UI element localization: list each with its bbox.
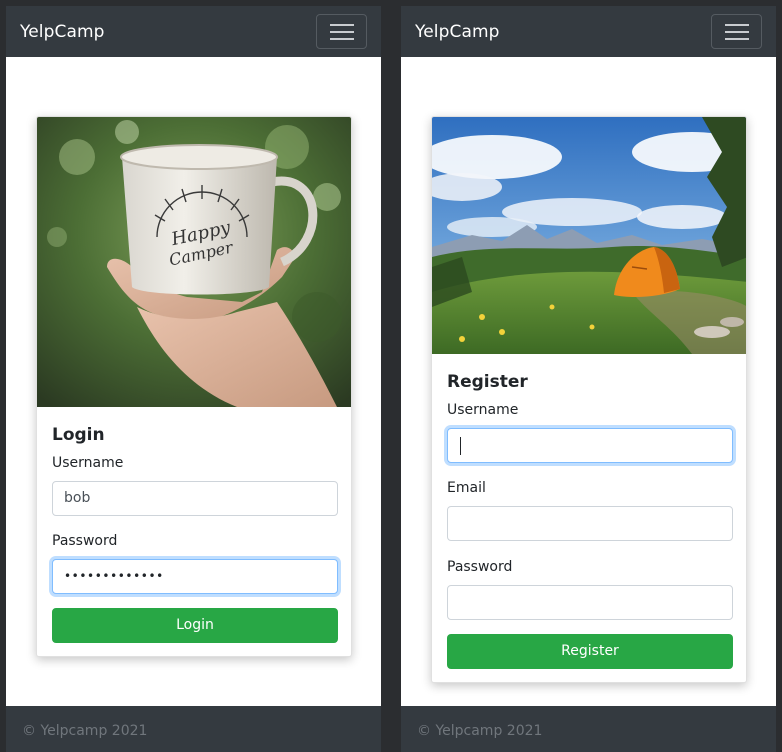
register-panel: YelpCamp Register Username Email Passwor…: [401, 6, 776, 752]
hamburger-icon-bar: [725, 31, 749, 33]
login-title: Login: [52, 425, 105, 445]
login-button[interactable]: Login: [52, 608, 338, 643]
login-card: Happy Camper Login Username bob Password…: [36, 116, 352, 657]
register-card: Register Username Email Password Registe…: [431, 116, 747, 683]
navbar-brand[interactable]: YelpCamp: [20, 22, 105, 42]
password-label: Password: [52, 533, 118, 549]
username-label: Username: [447, 402, 519, 418]
email-label: Email: [447, 480, 486, 496]
password-value: •••••••••••••: [64, 569, 164, 583]
register-button[interactable]: Register: [447, 634, 733, 669]
login-card-image: Happy Camper: [37, 117, 351, 407]
register-title: Register: [447, 372, 528, 392]
text-caret: [460, 437, 461, 455]
hamburger-icon-bar: [330, 31, 354, 33]
footer: © Yelpcamp 2021: [401, 706, 776, 752]
username-value: bob: [64, 490, 91, 506]
hamburger-icon-bar: [330, 38, 354, 40]
login-panel: YelpCamp Happy Camper Login Username bob…: [6, 6, 381, 752]
password-label: Password: [447, 559, 513, 575]
navbar: YelpCamp: [6, 6, 381, 57]
navbar-brand[interactable]: YelpCamp: [415, 22, 500, 42]
hamburger-icon: [725, 24, 749, 26]
register-card-image: [432, 117, 746, 354]
navbar-toggler-button[interactable]: [711, 14, 762, 49]
navbar: YelpCamp: [401, 6, 776, 57]
username-label: Username: [52, 455, 124, 471]
navbar-toggler-button[interactable]: [316, 14, 367, 49]
email-input[interactable]: [447, 506, 733, 541]
password-input[interactable]: [447, 585, 733, 620]
hamburger-icon-bar: [725, 38, 749, 40]
username-input[interactable]: [447, 428, 733, 463]
footer-copyright: © Yelpcamp 2021: [417, 723, 543, 739]
hamburger-icon: [330, 24, 354, 26]
username-input[interactable]: bob: [52, 481, 338, 516]
footer-copyright: © Yelpcamp 2021: [22, 723, 148, 739]
password-input[interactable]: •••••••••••••: [52, 559, 338, 594]
footer: © Yelpcamp 2021: [6, 706, 381, 752]
